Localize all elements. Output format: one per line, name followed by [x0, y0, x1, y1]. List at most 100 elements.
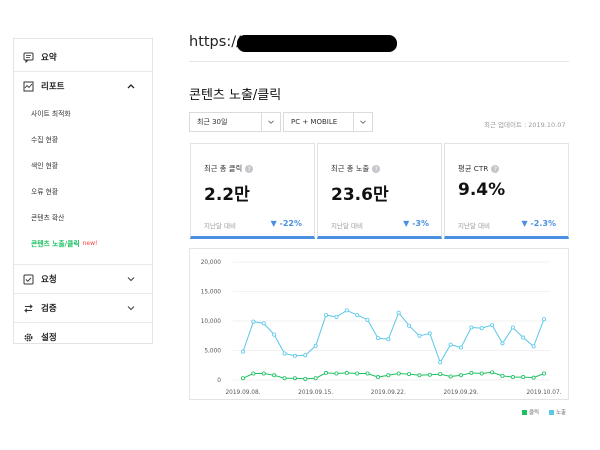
device-select-value: PC + MOBILE — [291, 118, 338, 126]
data-point — [292, 376, 297, 381]
x-tick-label: 2019.10.07. — [526, 390, 561, 396]
data-point — [344, 370, 349, 375]
data-point — [261, 371, 266, 376]
data-point — [282, 351, 287, 356]
legend-label: 노출 — [556, 410, 567, 416]
new-badge: new! — [82, 239, 98, 247]
sidebar-subitem[interactable]: 오류 현황 — [14, 178, 152, 204]
chevron-down-icon — [261, 113, 280, 131]
data-point — [438, 372, 443, 377]
data-point — [500, 373, 505, 378]
chevron-down-icon[interactable] — [126, 274, 136, 284]
period-select[interactable]: 최근 30일 — [189, 112, 281, 132]
metric-value: 23.6만 — [331, 185, 389, 205]
y-tick-label: 10,000 — [201, 319, 222, 325]
data-point — [427, 331, 432, 336]
line-chart: 20,000 15,000 10,000 5,000 0 2019.09.08. 2019.… — [201, 260, 562, 396]
data-point — [241, 349, 246, 354]
series-line-1 — [242, 309, 545, 364]
data-point — [334, 314, 339, 319]
report-submenu: 사이트 최적화 수집 현황 색인 현황 오류 현황 콘텐츠 확산 콘텐츠 노출/… — [14, 100, 152, 264]
metric-compare: 지난달 대비 — [458, 222, 490, 230]
data-point — [272, 332, 277, 337]
chevron-up-icon[interactable] — [126, 81, 136, 91]
data-point — [251, 371, 256, 376]
data-point — [448, 342, 453, 347]
sidebar-subitem[interactable]: 사이트 최적화 — [14, 100, 152, 126]
sidebar-item-settings[interactable]: 설정 — [14, 323, 152, 351]
data-point — [531, 344, 536, 349]
site-url: https:// — [189, 34, 241, 50]
divider — [189, 61, 569, 62]
sidebar-item-label: 요약 — [41, 53, 57, 63]
metric-card-impressions: 최근 총 노출? 23.6만 지난달 대비 ▼ -3% — [317, 143, 442, 239]
swap-arrows-icon — [23, 303, 34, 314]
data-point — [365, 317, 370, 322]
data-point — [479, 326, 484, 331]
data-point — [251, 319, 256, 324]
data-point — [272, 373, 277, 378]
data-point — [386, 373, 391, 378]
data-point — [407, 372, 412, 377]
period-select-value: 최근 30일 — [197, 118, 228, 126]
data-point — [313, 343, 318, 348]
last-updated: 최근 업데이트 : 2019.10.07 — [484, 121, 566, 129]
data-point — [469, 325, 474, 330]
sidebar-item-request[interactable]: 요청 — [14, 265, 152, 293]
data-point — [448, 374, 453, 379]
data-point — [261, 321, 266, 326]
data-point — [521, 335, 526, 340]
page-title: 콘텐츠 노출/클릭 — [189, 88, 282, 103]
data-point — [417, 333, 422, 338]
legend-label: 클릭 — [529, 410, 540, 416]
data-point — [355, 371, 360, 376]
sidebar-subitem[interactable]: 콘텐츠 확산 — [14, 204, 152, 230]
data-point — [386, 337, 391, 342]
legend-item-clicks[interactable]: 클릭 — [522, 408, 539, 416]
sidebar-item-verify[interactable]: 검증 — [14, 294, 152, 322]
data-point — [241, 376, 246, 381]
help-icon[interactable]: ? — [491, 165, 500, 173]
chat-doc-icon — [23, 52, 34, 63]
sidebar-subitem[interactable]: 수집 현황 — [14, 126, 152, 152]
data-point — [500, 341, 505, 346]
sidebar-item-label: 요청 — [41, 275, 57, 285]
metric-value: 9.4% — [458, 180, 506, 200]
metric-value: 2.2만 — [204, 185, 250, 205]
device-select[interactable]: PC + MOBILE — [283, 112, 373, 132]
metric-compare: 지난달 대비 — [331, 222, 363, 230]
gear-icon — [23, 332, 34, 343]
sidebar-item-summary[interactable]: 요약 — [14, 43, 152, 71]
checkbox-icon — [23, 274, 34, 285]
metric-label-wrap: 최근 총 노출? — [331, 164, 381, 174]
data-point — [479, 371, 484, 376]
data-point — [375, 336, 380, 341]
data-point — [521, 375, 526, 380]
data-point — [324, 370, 329, 375]
y-tick-label: 5,000 — [204, 349, 221, 355]
sidebar-nav: 요약 리포트 사이트 최적화 수집 현황 색인 현황 오류 현황 콘텐츠 확산 … — [13, 38, 153, 344]
data-point — [469, 370, 474, 375]
data-point — [490, 323, 495, 328]
legend-item-impressions[interactable]: 노출 — [549, 408, 566, 416]
sidebar-subitem-active[interactable]: 콘텐츠 노출/클릭 new! — [14, 230, 152, 256]
data-point — [334, 371, 339, 376]
sidebar-item-label: 리포트 — [41, 82, 65, 92]
legend-swatch — [522, 409, 527, 415]
data-point — [458, 345, 463, 350]
redacted-url-block — [237, 35, 397, 52]
help-icon[interactable]: ? — [372, 165, 381, 173]
sidebar-subitem[interactable]: 색인 현황 — [14, 152, 152, 178]
sidebar-item-report[interactable]: 리포트 — [14, 72, 152, 100]
metric-delta: ▼ -22% — [270, 219, 302, 228]
metric-label-wrap: 최근 총 클릭? — [204, 164, 254, 174]
metric-delta: ▼ -2.3% — [521, 219, 556, 228]
x-tick-label: 2019.09.29. — [443, 390, 478, 396]
chevron-down-icon[interactable] — [126, 303, 136, 313]
metric-label-wrap: 평균 CTR? — [458, 164, 500, 174]
data-point — [510, 375, 515, 380]
sidebar-subitem-label: 콘텐츠 노출/클릭 — [31, 240, 80, 248]
help-icon[interactable]: ? — [245, 165, 254, 173]
metric-card-ctr: 평균 CTR? 9.4% 지난달 대비 ▼ -2.3% — [444, 143, 569, 239]
data-point — [313, 376, 318, 381]
